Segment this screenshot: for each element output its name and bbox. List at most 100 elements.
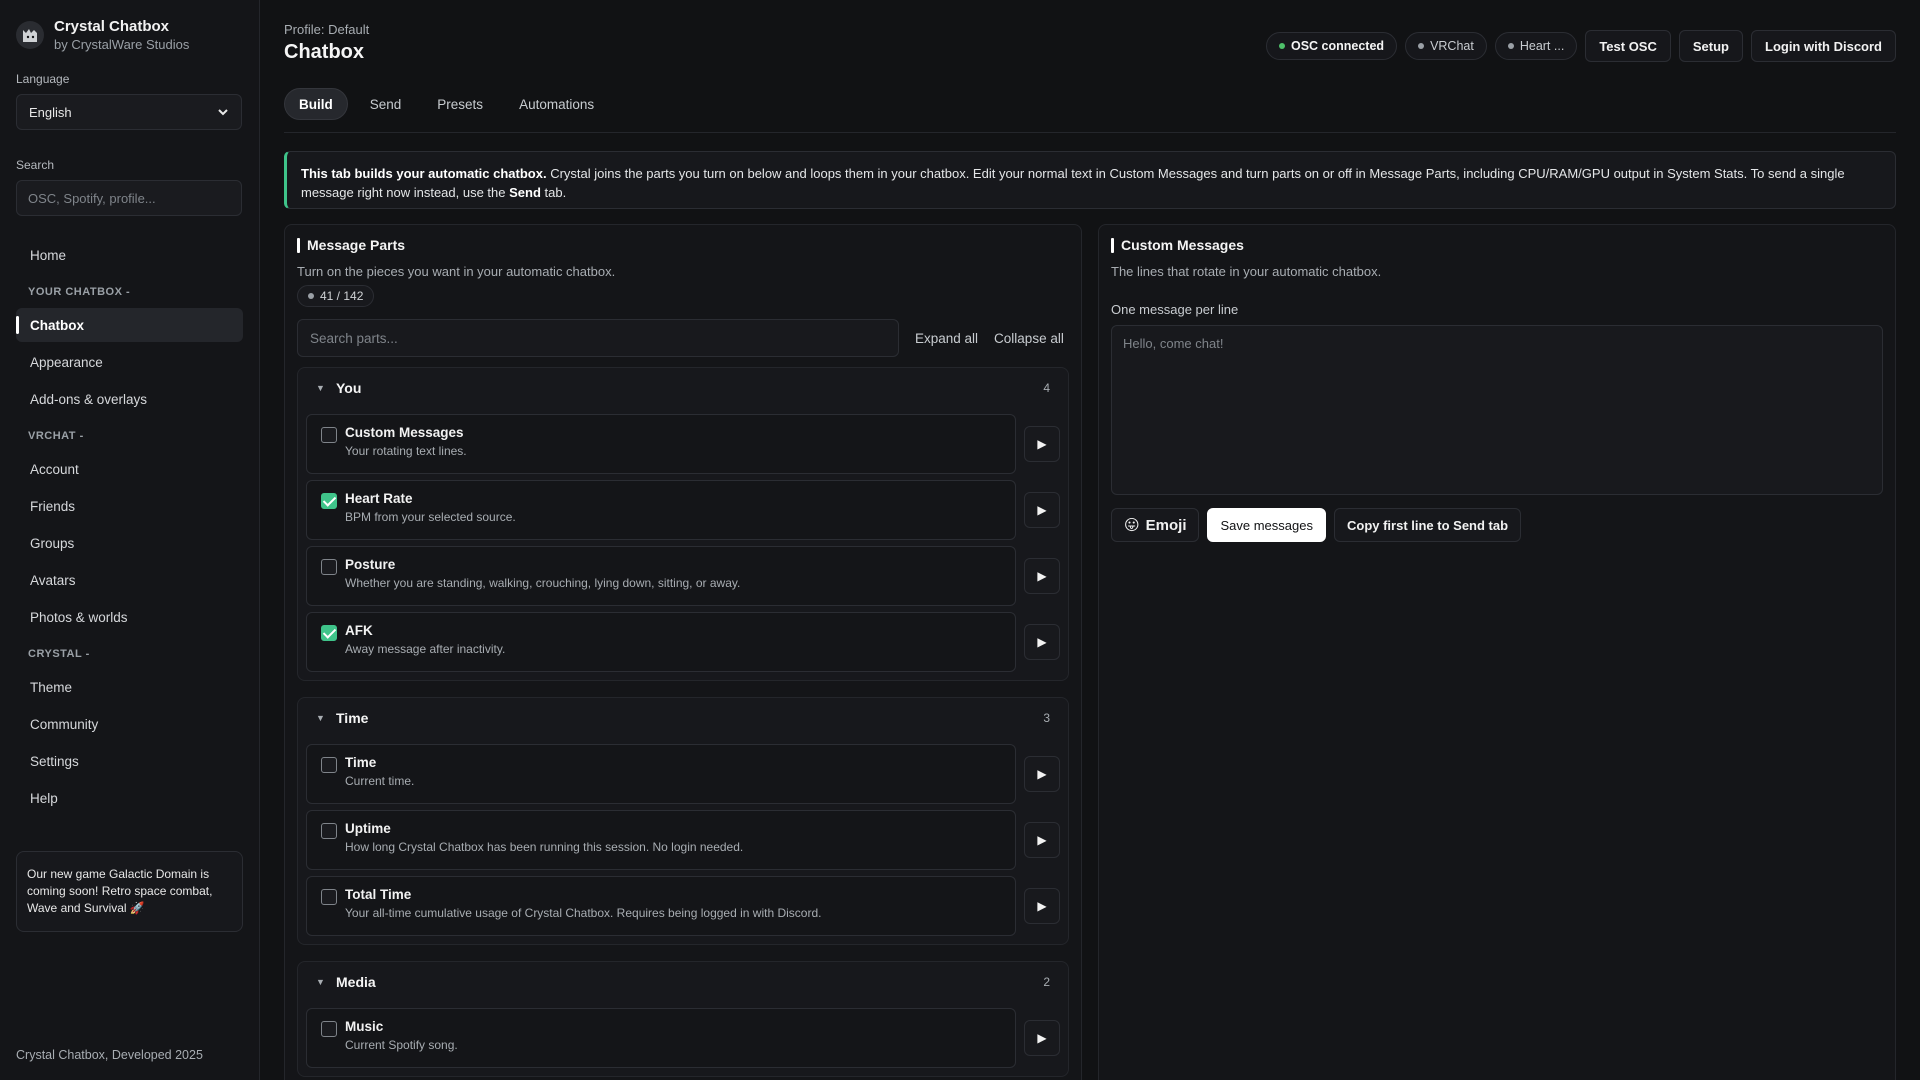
- language-select[interactable]: English: [16, 94, 242, 130]
- brand: Crystal Chatbox by CrystalWare Studios: [16, 18, 243, 52]
- cat-logo-icon: [16, 21, 44, 49]
- chevron-down-icon: ▼: [316, 977, 325, 987]
- part-heart-rate[interactable]: Heart Rate BPM from your selected source…: [306, 480, 1016, 540]
- sidebar-item-groups[interactable]: Groups: [16, 526, 243, 560]
- parts-search-input[interactable]: Search parts...: [297, 319, 899, 357]
- copy-first-line-button[interactable]: Copy first line to Send tab: [1333, 508, 1522, 542]
- group-name: Time: [336, 710, 369, 726]
- part-uptime[interactable]: Uptime How long Crystal Chatbox has been…: [306, 810, 1016, 870]
- part-row: Time Current time. ▶: [306, 744, 1060, 804]
- part-description: Away message after inactivity.: [345, 642, 506, 656]
- group-header[interactable]: ▼ Media 2: [306, 962, 1060, 1002]
- message-parts-title: Message Parts: [297, 237, 1069, 253]
- osc-status-badge[interactable]: OSC connected: [1265, 32, 1398, 60]
- sidebar-item-home[interactable]: Home: [16, 238, 243, 272]
- custom-messages-title: Custom Messages: [1111, 237, 1883, 253]
- group-header[interactable]: ▼ Time 3: [306, 698, 1060, 738]
- part-description: Your rotating text lines.: [345, 444, 467, 458]
- part-row: Custom Messages Your rotating text lines…: [306, 414, 1060, 474]
- sidebar-search-input[interactable]: OSC, Spotify, profile...: [16, 180, 242, 216]
- part-posture[interactable]: Posture Whether you are standing, walkin…: [306, 546, 1016, 606]
- part-description: Current time.: [345, 774, 415, 788]
- part-checkbox[interactable]: [321, 559, 337, 575]
- play-icon[interactable]: ▶: [1024, 624, 1060, 660]
- parts-group-time: ▼ Time 3 Time Current time. ▶ Uptime How…: [297, 697, 1069, 945]
- save-messages-button[interactable]: Save messages: [1207, 508, 1326, 542]
- play-icon[interactable]: ▶: [1024, 492, 1060, 528]
- sidebar-item-theme[interactable]: Theme: [16, 670, 243, 704]
- part-description: Current Spotify song.: [345, 1038, 458, 1052]
- sidebar-item-settings[interactable]: Settings: [16, 744, 243, 778]
- sidebar-footer: Crystal Chatbox, Developed 2025: [16, 1048, 203, 1062]
- collapse-all-button[interactable]: Collapse all: [994, 331, 1064, 346]
- emoji-face-icon: 😛: [1124, 517, 1140, 534]
- play-icon[interactable]: ▶: [1024, 426, 1060, 462]
- messages-field-label: One message per line: [1111, 302, 1239, 317]
- sidebar-item-account[interactable]: Account: [16, 452, 243, 486]
- part-description: BPM from your selected source.: [345, 510, 516, 524]
- messages-textarea[interactable]: Hello, come chat!: [1111, 325, 1883, 495]
- sidebar-item-avatars[interactable]: Avatars: [16, 563, 243, 597]
- nav-section-vrchat[interactable]: VRCHAT -: [16, 430, 243, 442]
- sidebar-item-community[interactable]: Community: [16, 707, 243, 741]
- test-osc-button[interactable]: Test OSC: [1585, 30, 1671, 62]
- play-icon[interactable]: ▶: [1024, 558, 1060, 594]
- emoji-button[interactable]: 😛 Emoji: [1111, 508, 1200, 542]
- group-count: 4: [1043, 381, 1050, 395]
- setup-button[interactable]: Setup: [1678, 30, 1743, 62]
- expand-all-button[interactable]: Expand all: [915, 331, 978, 346]
- part-checkbox[interactable]: [321, 889, 337, 905]
- osc-status-text: OSC connected: [1290, 39, 1385, 53]
- login-discord-button[interactable]: Login with Discord: [1751, 30, 1896, 62]
- group-header[interactable]: ▼ You 4: [306, 368, 1060, 408]
- tabs-divider: [284, 132, 1896, 133]
- part-checkbox[interactable]: [321, 625, 337, 641]
- part-total-time[interactable]: Total Time Your all-time cumulative usag…: [306, 876, 1016, 936]
- sidebar-item-photos-worlds[interactable]: Photos & worlds: [16, 600, 243, 634]
- part-checkbox[interactable]: [321, 757, 337, 773]
- count-dot-icon: [308, 293, 314, 299]
- part-checkbox[interactable]: [321, 427, 337, 443]
- status-dot-icon: [1418, 43, 1425, 49]
- parts-search-placeholder: Search parts...: [310, 330, 398, 346]
- tab-automations[interactable]: Automations: [505, 88, 608, 120]
- part-row: Heart Rate BPM from your selected source…: [306, 480, 1060, 540]
- part-title: Music: [345, 1019, 384, 1034]
- tab-build[interactable]: Build: [284, 88, 348, 120]
- group-count: 2: [1043, 975, 1050, 989]
- play-icon[interactable]: ▶: [1024, 756, 1060, 792]
- parts-group-you: ▼ You 4 Custom Messages Your rotating te…: [297, 367, 1069, 681]
- search-label: Search: [16, 158, 55, 172]
- part-music[interactable]: Music Current Spotify song.: [306, 1008, 1016, 1068]
- part-checkbox[interactable]: [321, 823, 337, 839]
- tab-presets[interactable]: Presets: [423, 88, 497, 120]
- header-actions: OSC connected VRChat Heart ... Test OSC …: [1265, 30, 1896, 62]
- play-icon[interactable]: ▶: [1024, 888, 1060, 924]
- play-icon[interactable]: ▶: [1024, 1020, 1060, 1056]
- sidebar-item-friends[interactable]: Friends: [16, 489, 243, 523]
- sidebar-item-addons[interactable]: Add-ons & overlays: [16, 382, 243, 416]
- emoji-button-label: Emoji: [1145, 516, 1187, 534]
- sidebar-search-placeholder: OSC, Spotify, profile...: [28, 190, 156, 206]
- sidebar-item-chatbox[interactable]: Chatbox: [16, 308, 243, 342]
- part-title: Uptime: [345, 821, 391, 836]
- heart-status-badge[interactable]: Heart ...: [1494, 32, 1578, 60]
- part-checkbox[interactable]: [321, 493, 337, 509]
- tab-send[interactable]: Send: [356, 88, 416, 120]
- part-title: Posture: [345, 557, 396, 572]
- brand-subtitle: by CrystalWare Studios: [54, 37, 190, 52]
- info-text-2: tab.: [540, 185, 567, 200]
- nav-section-crystal[interactable]: CRYSTAL -: [16, 648, 243, 660]
- nav-section-your-chatbox[interactable]: YOUR CHATBOX -: [16, 286, 243, 298]
- promo-card[interactable]: Our new game Galactic Domain is coming s…: [16, 851, 243, 932]
- part-time[interactable]: Time Current time.: [306, 744, 1016, 804]
- part-checkbox[interactable]: [321, 1021, 337, 1037]
- part-custom-messages[interactable]: Custom Messages Your rotating text lines…: [306, 414, 1016, 474]
- part-row: AFK Away message after inactivity. ▶: [306, 612, 1060, 672]
- vrchat-status-badge[interactable]: VRChat: [1405, 32, 1487, 60]
- part-description: Whether you are standing, walking, crouc…: [345, 576, 741, 590]
- play-icon[interactable]: ▶: [1024, 822, 1060, 858]
- sidebar-item-appearance[interactable]: Appearance: [16, 345, 243, 379]
- sidebar-item-help[interactable]: Help: [16, 781, 243, 815]
- part-afk[interactable]: AFK Away message after inactivity.: [306, 612, 1016, 672]
